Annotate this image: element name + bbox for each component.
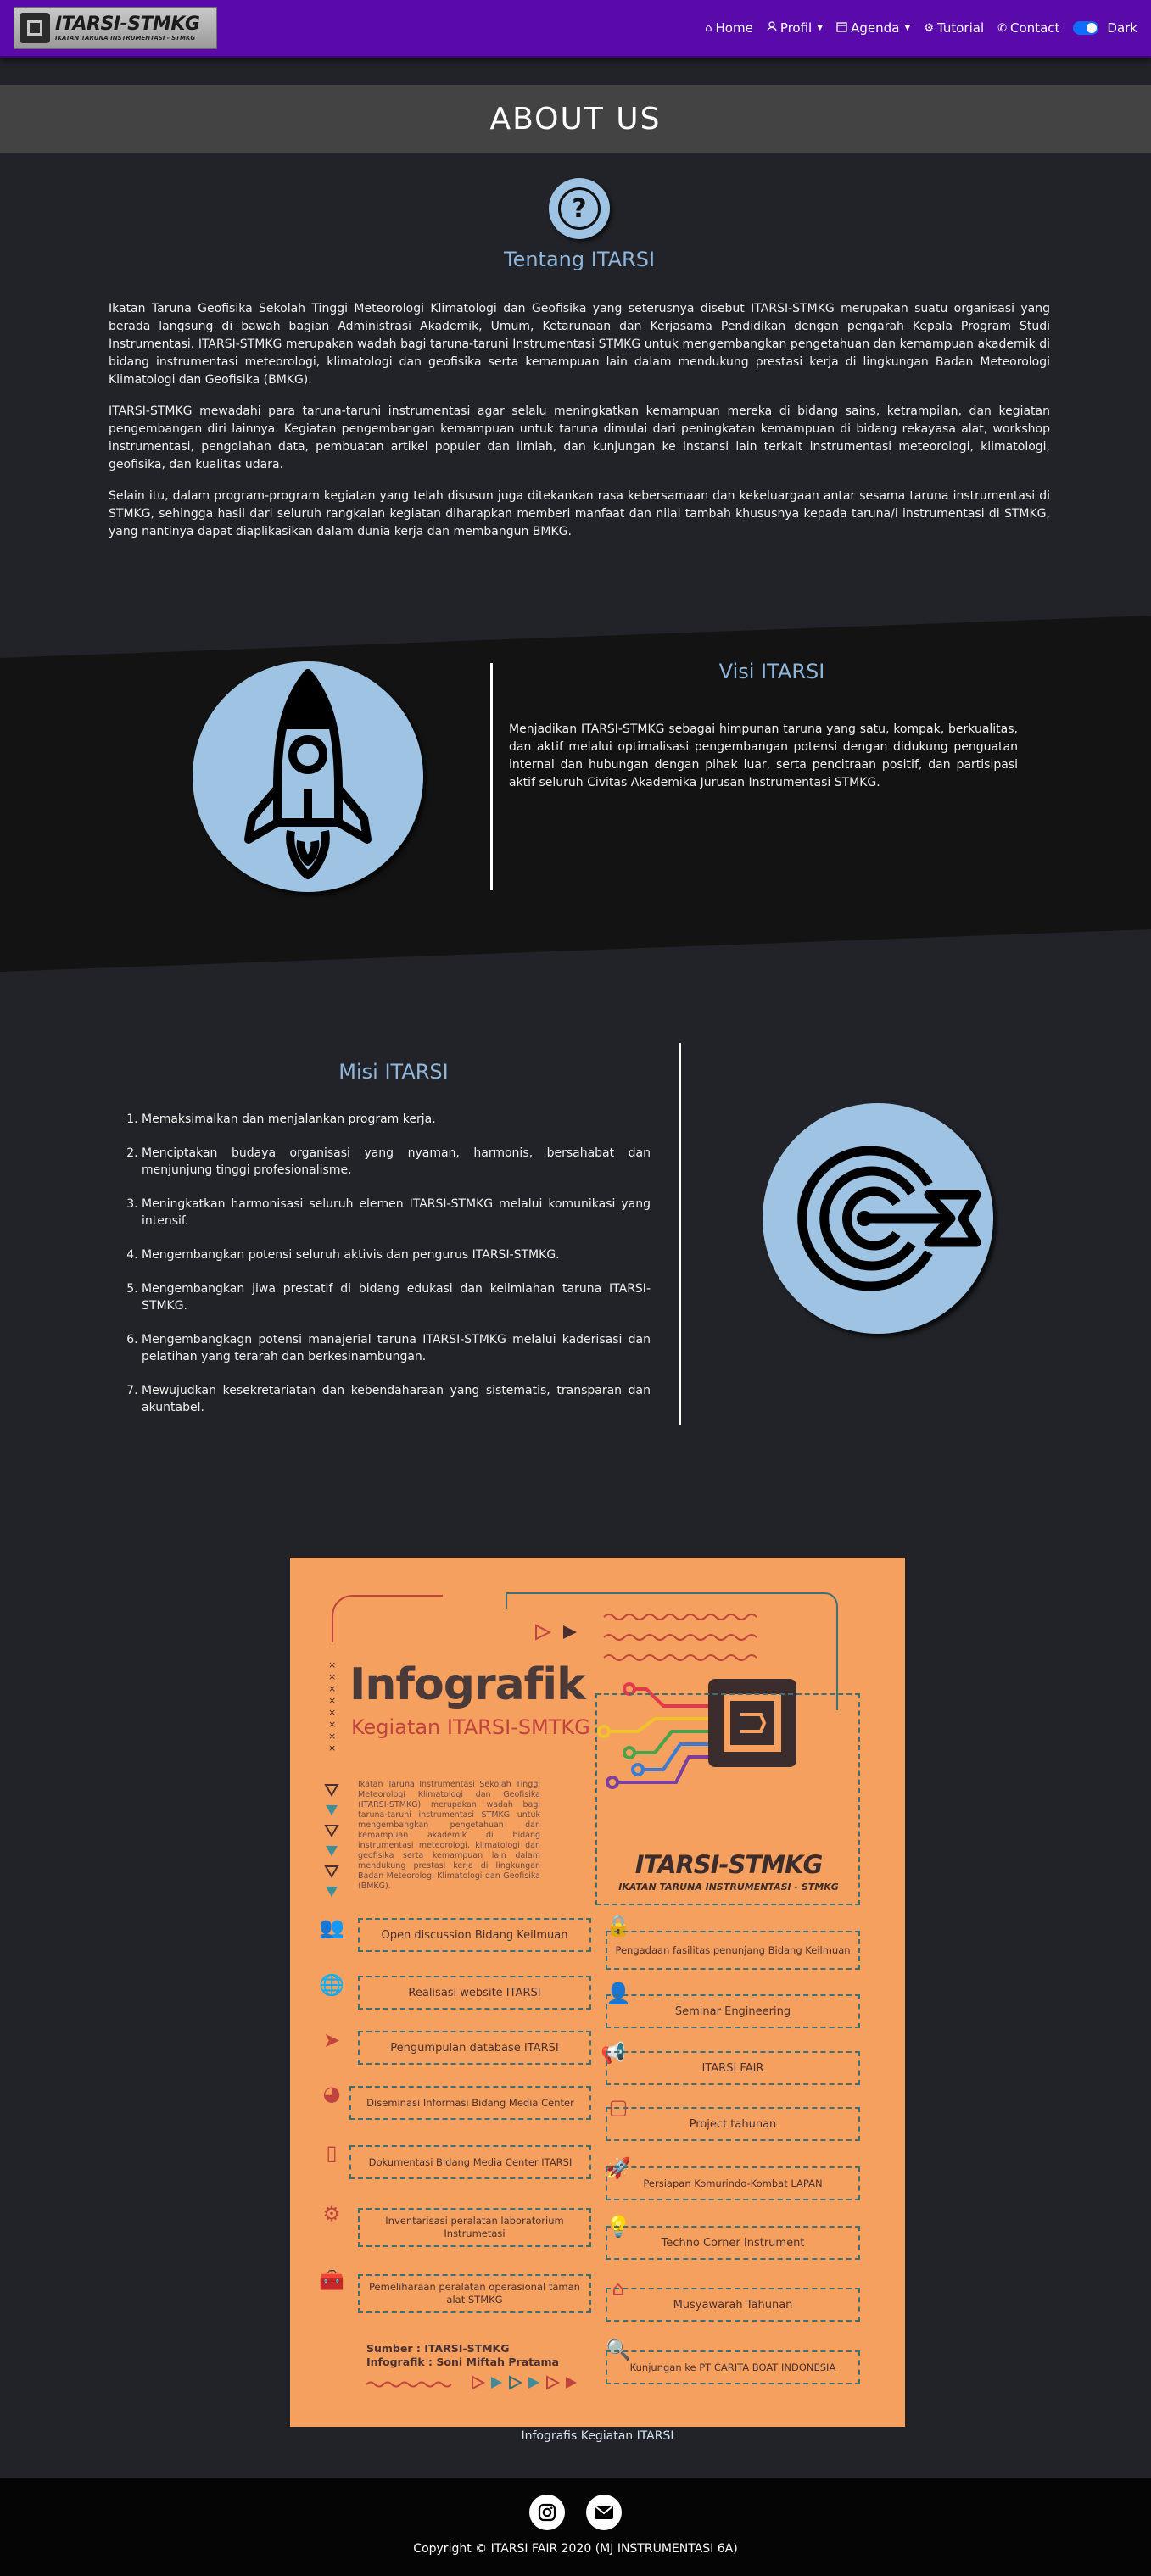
- misi-item: Mengembangkan jiwa prestatif di bidang e…: [142, 1280, 651, 1314]
- nav-agenda-label: Agenda: [851, 20, 900, 36]
- infographic-caption: Infografis Kegiatan ITARSI: [521, 2429, 674, 2443]
- misi-divider: [679, 1043, 681, 1425]
- target-icon: [763, 1103, 993, 1334]
- nav-agenda[interactable]: Agenda ▼: [836, 20, 910, 36]
- chip-logo-icon: [20, 13, 50, 43]
- misi-title: Misi ITARSI: [338, 1060, 449, 1084]
- about-header: ABOUT US: [0, 85, 1151, 153]
- smartphone-icon: ▯: [326, 2141, 338, 2165]
- credit-line: Infografik : Soni Miftah Pratama: [366, 2356, 559, 2368]
- chevron-down-icon: ▼: [904, 24, 911, 32]
- misi-list: Memaksimalkan dan menjalankan program ke…: [123, 1111, 651, 1433]
- infographic-subtitle: Kegiatan ITARSI-SMTKG: [351, 1715, 590, 1739]
- infographic-item: Project tahunan: [606, 2107, 860, 2141]
- instagram-icon[interactable]: [529, 2495, 565, 2530]
- nav-contact[interactable]: ✆ Contact: [997, 20, 1059, 36]
- gear-icon: ⚙: [924, 21, 934, 35]
- social-links: [0, 2495, 1151, 2530]
- infographic-logo-title: ITARSI-STMKG: [634, 1850, 824, 1879]
- globe-icon: 🌐: [319, 1973, 344, 1997]
- infographic-item: ITARSI FAIR: [606, 2051, 860, 2085]
- infographic-description: Ikatan Taruna Instrumentasi Sekolah Ting…: [358, 1780, 540, 1891]
- tentang-paragraph: ITARSI-STMKG mewadahi para taruna-taruni…: [109, 404, 1050, 471]
- nav-profil[interactable]: Profil ▼: [767, 20, 823, 36]
- chevron-down-icon: ▼: [817, 24, 824, 32]
- tentang-paragraph: Ikatan Taruna Geofisika Sekolah Tinggi M…: [109, 302, 1050, 387]
- svg-text:×: ×: [328, 1707, 336, 1718]
- infographic-item: Musyawarah Tahunan: [606, 2288, 860, 2322]
- nav-contact-label: Contact: [1010, 20, 1060, 36]
- question-circle-icon: ?: [549, 178, 610, 239]
- nav-tutorial-label: Tutorial: [936, 20, 985, 36]
- dark-mode-toggle[interactable]: Dark: [1073, 20, 1137, 36]
- misi-item: Meningkatkan harmonisasi seluruh elemen …: [142, 1196, 651, 1229]
- people-icon: 👥: [319, 1915, 344, 1939]
- infographic-item: Realisasi website ITARSI: [358, 1976, 591, 2010]
- brand-logo[interactable]: ITARSI-STMKG IKATAN TARUNA INSTRUMENTASI…: [14, 7, 217, 49]
- misi-item: Memaksimalkan dan menjalankan program ke…: [142, 1111, 651, 1128]
- phone-icon: ✆: [997, 21, 1008, 35]
- infographic-item: Pemeliharaan peralatan operasional taman…: [358, 2274, 591, 2313]
- nav-home-label: Home: [715, 20, 753, 36]
- nav-menu: ⌂ Home Profil ▼ Agenda ▼ ⚙ Tutorial ✆ Co…: [705, 20, 1137, 36]
- infographic-item: Pengumpulan database ITARSI: [358, 2031, 591, 2065]
- infographic-item: Persiapan Komurindo-Kombat LAPAN: [606, 2166, 860, 2200]
- tentang-paragraph: Selain itu, dalam program-program kegiat…: [109, 489, 1050, 538]
- page-title: ABOUT US: [489, 101, 662, 137]
- infographic-item: Kunjungan ke PT CARITA BOAT INDONESIA: [606, 2350, 860, 2384]
- pie-chart-icon: ◕: [322, 2082, 341, 2105]
- misi-item: Mewujudkan kesekretariatan dan kebendaha…: [142, 1382, 651, 1416]
- svg-text:×: ×: [328, 1731, 336, 1742]
- infographic-item: Open discussion Bidang Keilmuan: [358, 1918, 591, 1952]
- brand-title: ITARSI-STMKG: [55, 13, 200, 35]
- navbar: ITARSI-STMKG IKATAN TARUNA INSTRUMENTASI…: [0, 0, 1151, 58]
- infographic[interactable]: × × × × × × × × Infografik Kegiatan ITAR…: [290, 1558, 905, 2427]
- infographic-item: Diseminasi Informasi Bidang Media Center: [349, 2086, 591, 2120]
- infographic-item: Seminar Engineering: [606, 1994, 860, 2028]
- nav-profil-label: Profil: [779, 20, 813, 36]
- paper-plane-icon: ➤: [322, 2028, 341, 2052]
- misi-item: Mengembangkagn potensi manajerial taruna…: [142, 1331, 651, 1365]
- infographic-source: Sumber : ITARSI-STMKG Infografik : Soni …: [366, 2342, 559, 2369]
- svg-text:×: ×: [328, 1671, 336, 1682]
- tentang-title: Tentang ITARSI: [503, 248, 656, 271]
- svg-text:×: ×: [328, 1683, 336, 1694]
- tentang-text: Ikatan Taruna Geofisika Sekolah Tinggi M…: [109, 300, 1050, 541]
- toolbox-icon: 🧰: [319, 2268, 344, 2292]
- toggle-switch[interactable]: [1073, 21, 1099, 35]
- visi-divider: [490, 663, 493, 890]
- person-icon: [767, 20, 777, 36]
- infographic-logo-subtitle: IKATAN TARUNA INSTRUMENTASI - STMKG: [618, 1882, 839, 1893]
- svg-text:×: ×: [328, 1659, 336, 1670]
- svg-text:×: ×: [328, 1695, 336, 1706]
- svg-text:×: ×: [328, 1719, 336, 1730]
- infographic-item: Dokumentasi Bidang Media Center ITARSI: [349, 2145, 591, 2179]
- nav-home[interactable]: ⌂ Home: [705, 20, 753, 36]
- infographic-item: Techno Corner Instrument: [606, 2226, 860, 2260]
- svg-text:×: ×: [328, 1742, 336, 1754]
- nav-tutorial[interactable]: ⚙ Tutorial: [924, 20, 984, 36]
- tentang-section: ? Tentang ITARSI Ikatan Taruna Geofisika…: [109, 178, 1050, 555]
- email-icon[interactable]: [586, 2495, 622, 2530]
- dark-mode-label: Dark: [1107, 20, 1137, 36]
- infographic-title: Infografik: [349, 1659, 586, 1710]
- infographic-item: Pengadaan fasilitas penunjang Bidang Kei…: [606, 1931, 860, 1970]
- copyright: Copyright © ITARSI FAIR 2020 (MJ INSTRUM…: [413, 2542, 738, 2556]
- home-icon: ⌂: [705, 21, 712, 35]
- misi-item: Menciptakan budaya organisasi yang nyama…: [142, 1145, 651, 1179]
- visi-title: Visi ITARSI: [718, 660, 825, 683]
- gears-icon: ⚙: [322, 2202, 341, 2226]
- infographic-item: Inventarisasi peralatan laboratorium Ins…: [358, 2208, 591, 2247]
- brand-subtitle: IKATAN TARUNA INSTRUMENTASI - STMKG: [55, 34, 196, 42]
- calendar-icon: [836, 21, 847, 36]
- misi-item: Mengembangkan potensi seluruh aktivis da…: [142, 1246, 651, 1263]
- visi-text: Menjadikan ITARSI-STMKG sebagai himpunan…: [509, 722, 1018, 789]
- rocket-icon: [193, 661, 423, 892]
- source-line: Sumber : ITARSI-STMKG: [366, 2342, 510, 2355]
